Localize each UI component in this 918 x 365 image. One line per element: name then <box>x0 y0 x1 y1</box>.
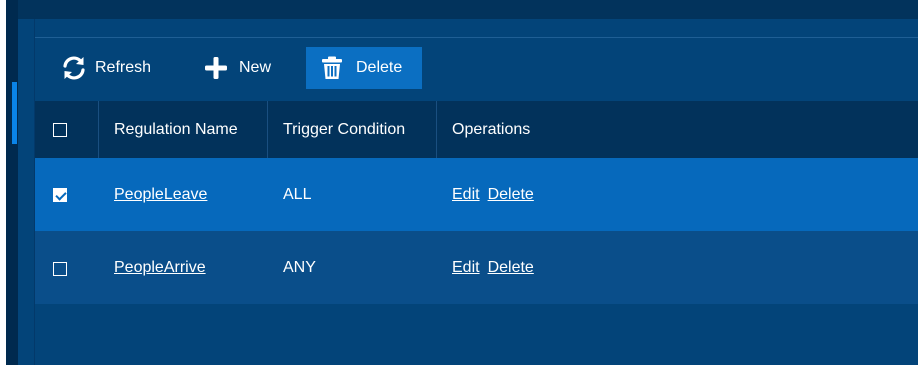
regulation-name-link[interactable]: PeopleLeave <box>114 186 207 204</box>
plus-icon <box>203 55 229 81</box>
refresh-button-label: Refresh <box>95 59 152 76</box>
table-empty-area <box>35 305 918 365</box>
row-checkbox[interactable] <box>53 188 67 202</box>
header-separator <box>267 101 268 158</box>
left-nav-strip <box>6 0 18 365</box>
row-checkbox[interactable] <box>53 262 67 276</box>
delete-button[interactable]: Delete <box>306 47 422 89</box>
toolbar-top-divider <box>34 37 918 38</box>
refresh-button[interactable]: Refresh <box>60 47 151 89</box>
select-all-checkbox[interactable] <box>53 123 67 137</box>
header-separator <box>436 101 437 158</box>
new-button-label: New <box>239 59 272 76</box>
delete-link[interactable]: Delete <box>488 259 534 277</box>
edit-link[interactable]: Edit <box>452 186 480 204</box>
header-regulation-name[interactable]: Regulation Name <box>114 101 238 158</box>
new-button[interactable]: New <box>203 47 271 89</box>
table-row[interactable]: PeopleArrive ANY Edit Delete <box>35 231 918 304</box>
header-operations: Operations <box>452 120 531 138</box>
delete-button-label: Delete <box>356 59 403 76</box>
table-header: Regulation Name Trigger Condition Operat… <box>35 101 918 158</box>
left-nav-active-indicator <box>12 82 17 144</box>
table-row[interactable]: PeopleLeave ALL Edit Delete <box>35 158 918 231</box>
delete-link[interactable]: Delete <box>488 186 534 204</box>
trigger-condition-value: ANY <box>283 258 316 276</box>
header-separator <box>98 101 99 158</box>
trigger-condition-value: ALL <box>283 185 312 203</box>
trash-icon <box>321 56 343 80</box>
regulation-name-link[interactable]: PeopleArrive <box>114 259 206 277</box>
toolbar: Refresh New Delete <box>35 47 918 89</box>
top-bar <box>18 0 918 19</box>
header-trigger-condition[interactable]: Trigger Condition <box>283 101 405 158</box>
edit-link[interactable]: Edit <box>452 259 480 277</box>
refresh-icon <box>60 54 88 82</box>
